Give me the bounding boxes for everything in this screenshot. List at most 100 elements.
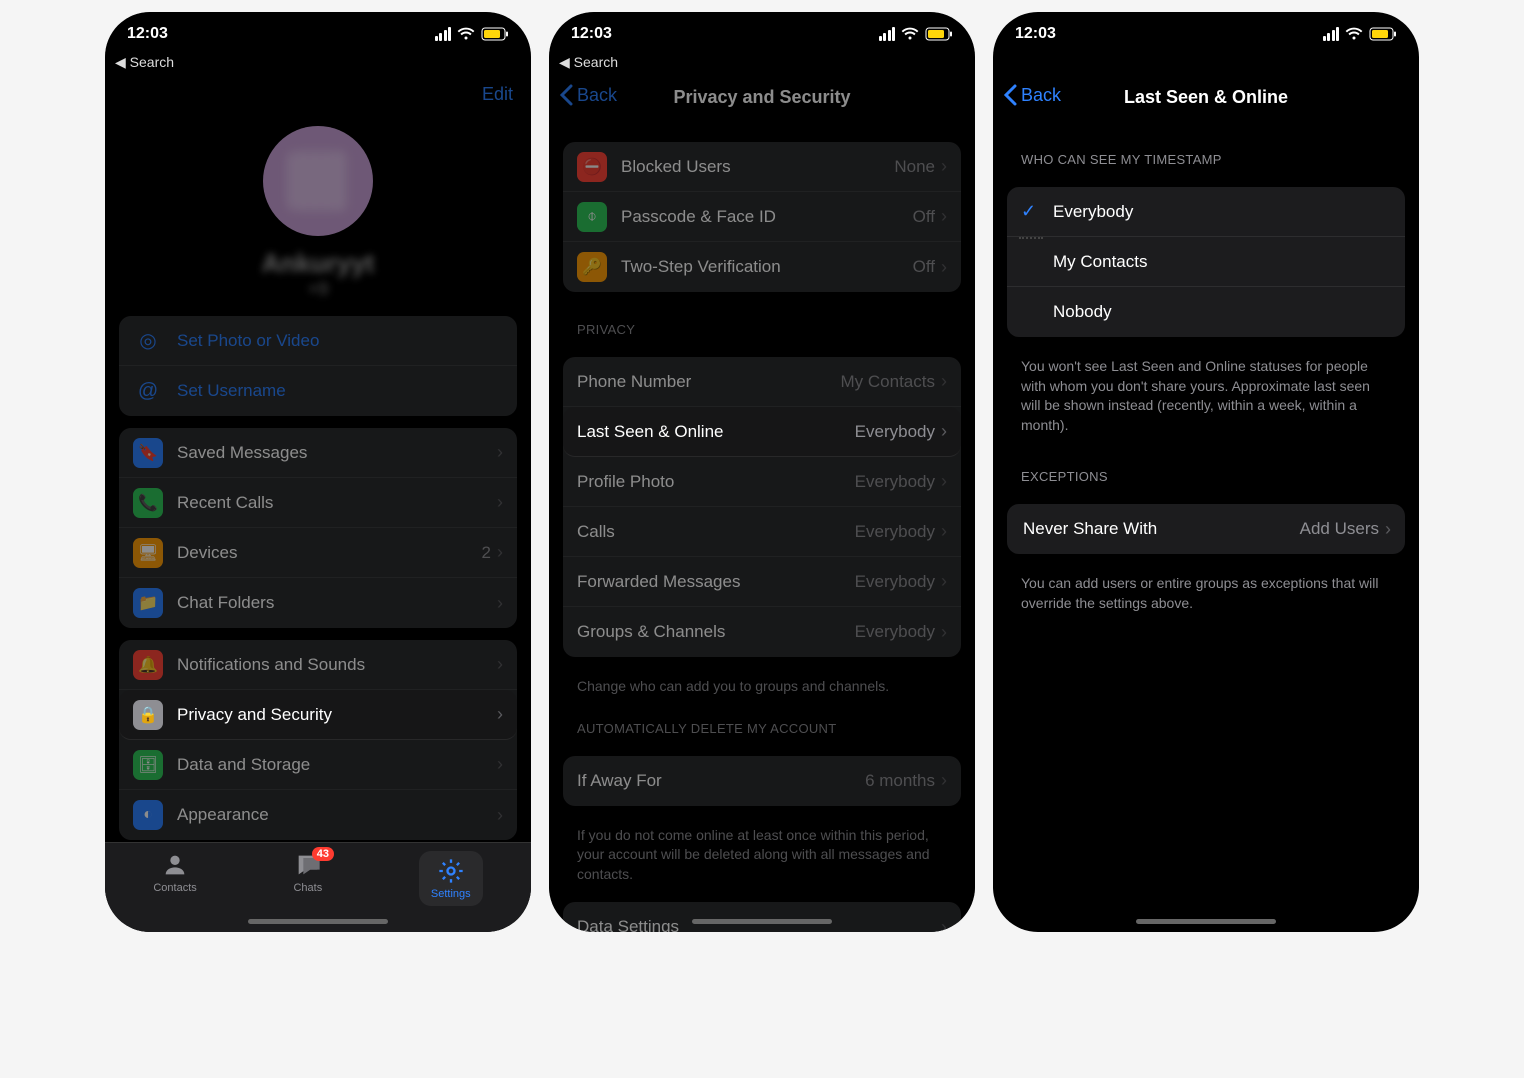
chat-folders-label: Chat Folders: [177, 593, 497, 613]
devices-row[interactable]: 🖥Devices2›: [119, 528, 517, 578]
camera-icon: ◎: [133, 326, 163, 356]
breadcrumb-search[interactable]: ◀ Search: [115, 54, 174, 71]
blocked-users-value: None: [894, 157, 935, 177]
chevron-right-icon: ›: [941, 521, 947, 542]
privacy-and-security-row[interactable]: 🔒Privacy and Security›: [119, 690, 517, 740]
page-title: Last Seen & Online: [1124, 87, 1288, 108]
option-label: Everybody: [1053, 202, 1391, 222]
saved-messages-row[interactable]: 🔖Saved Messages›: [119, 428, 517, 478]
set-photo-row[interactable]: ◎ Set Photo or Video: [119, 316, 517, 366]
if-away-row[interactable]: If Away For 6 months ›: [563, 756, 961, 806]
home-indicator[interactable]: [248, 919, 388, 924]
bookmark-icon: 🔖: [133, 438, 163, 468]
edit-button[interactable]: Edit: [482, 84, 513, 105]
option-label: Nobody: [1053, 302, 1391, 322]
chevron-right-icon: ›: [941, 257, 947, 278]
privacy-security-screen: 12:03 ◀ Search Back Privacy and Security…: [549, 12, 975, 932]
chevron-left-icon: [559, 84, 573, 106]
notifications-and-sounds-row[interactable]: 🔔Notifications and Sounds›: [119, 640, 517, 690]
phone-icon: 📞: [133, 488, 163, 518]
calls-label: Calls: [577, 522, 855, 542]
battery-icon: [481, 27, 509, 41]
tab-contacts[interactable]: Contacts: [153, 851, 196, 894]
last-seen-online-label: Last Seen & Online: [577, 422, 855, 442]
tab-settings[interactable]: Settings: [419, 851, 483, 906]
page-title: Privacy and Security: [673, 87, 850, 108]
back-button[interactable]: Back: [559, 84, 617, 106]
chevron-left-icon: [1003, 84, 1017, 106]
option-everybody[interactable]: ✓Everybody: [1007, 187, 1405, 237]
appearance-row[interactable]: ◐Appearance›: [119, 790, 517, 840]
privacy-and-security-label: Privacy and Security: [177, 705, 497, 725]
chevron-right-icon: ›: [497, 654, 503, 675]
back-label: Back: [1021, 85, 1061, 106]
last-seen-online-row[interactable]: Last Seen & OnlineEverybody›: [563, 407, 961, 457]
forwarded-messages-value: Everybody: [855, 572, 935, 592]
option-nobody[interactable]: Nobody: [1007, 287, 1405, 337]
signal-icon: [1323, 27, 1340, 41]
tab-chats-label: Chats: [293, 882, 322, 894]
devices-value: 2: [482, 543, 491, 563]
profile-photo-row[interactable]: Profile PhotoEverybody›: [563, 457, 961, 507]
groups-channels-row[interactable]: Groups & ChannelsEverybody›: [563, 607, 961, 657]
never-share-row[interactable]: Never Share With Add Users ›: [1007, 504, 1405, 554]
chevron-right-icon: ›: [941, 770, 947, 791]
status-time: 12:03: [571, 25, 612, 43]
data-section: Data Settings ›: [563, 902, 961, 932]
chevron-right-icon: ›: [941, 156, 947, 177]
at-icon: @: [133, 376, 163, 406]
status-bar: 12:03: [105, 12, 531, 56]
delete-footer: If you do not come online at least once …: [549, 818, 975, 891]
home-indicator[interactable]: [692, 919, 832, 924]
chevron-right-icon: ›: [497, 442, 503, 463]
profile-photo-value: Everybody: [855, 472, 935, 492]
tab-chats[interactable]: 43 Chats: [293, 851, 322, 894]
delete-section: If Away For 6 months ›: [563, 756, 961, 806]
privacy-section: Phone NumberMy Contacts›Last Seen & Onli…: [563, 357, 961, 657]
appearance-label: Appearance: [177, 805, 497, 825]
block-icon: ⛔: [577, 152, 607, 182]
data-settings-row[interactable]: Data Settings ›: [563, 902, 961, 932]
devices-label: Devices: [177, 543, 482, 563]
if-away-label: If Away For: [577, 771, 865, 791]
profile-phone: +9: [105, 279, 531, 300]
back-button[interactable]: Back: [1003, 84, 1061, 106]
option-my-contacts[interactable]: My Contacts: [1007, 237, 1405, 287]
set-username-label: Set Username: [177, 381, 503, 401]
passcode-face-id-value: Off: [913, 207, 935, 227]
wifi-icon: [457, 27, 475, 41]
signal-icon: [879, 27, 896, 41]
calls-row[interactable]: CallsEverybody ›: [563, 507, 961, 557]
home-indicator[interactable]: [1136, 919, 1276, 924]
passcode-face-id-row[interactable]: ⌽Passcode & Face IDOff›: [563, 192, 961, 242]
chevron-right-icon: ›: [497, 704, 503, 725]
data-icon: 🗄: [133, 750, 163, 780]
tab-contacts-label: Contacts: [153, 882, 196, 894]
timestamp-header: Who Can See My Timestamp: [993, 122, 1419, 175]
chevron-right-icon: ›: [941, 622, 947, 643]
recent-calls-row[interactable]: 📞Recent Calls›: [119, 478, 517, 528]
exceptions-section: Never Share With Add Users ›: [1007, 504, 1405, 554]
two-step-verification-label: Two-Step Verification: [621, 257, 913, 277]
battery-icon: [925, 27, 953, 41]
chevron-right-icon: ›: [941, 471, 947, 492]
back-label: Back: [577, 85, 617, 106]
last-seen-online-value: Everybody: [855, 422, 935, 442]
chevron-right-icon: ›: [941, 206, 947, 227]
blocked-users-row[interactable]: ⛔Blocked UsersNone›: [563, 142, 961, 192]
set-username-row[interactable]: @ Set Username: [119, 366, 517, 416]
exceptions-footer: You can add users or entire groups as ex…: [993, 566, 1419, 619]
wifi-icon: [901, 27, 919, 41]
forwarded-messages-row[interactable]: Forwarded MessagesEverybody›: [563, 557, 961, 607]
chat-folders-row[interactable]: 📁Chat Folders›: [119, 578, 517, 628]
phone-number-row[interactable]: Phone NumberMy Contacts›: [563, 357, 961, 407]
faceid-icon: ⌽: [577, 202, 607, 232]
forwarded-messages-label: Forwarded Messages: [577, 572, 855, 592]
calls-value: Everybody: [855, 522, 935, 542]
avatar[interactable]: [263, 126, 373, 236]
breadcrumb-search[interactable]: ◀ Search: [559, 54, 618, 71]
two-step-verification-row[interactable]: 🔑Two-Step VerificationOff›: [563, 242, 961, 292]
folder-icon: 📁: [133, 588, 163, 618]
data-and-storage-row[interactable]: 🗄Data and Storage›: [119, 740, 517, 790]
option-label: My Contacts: [1053, 252, 1391, 272]
